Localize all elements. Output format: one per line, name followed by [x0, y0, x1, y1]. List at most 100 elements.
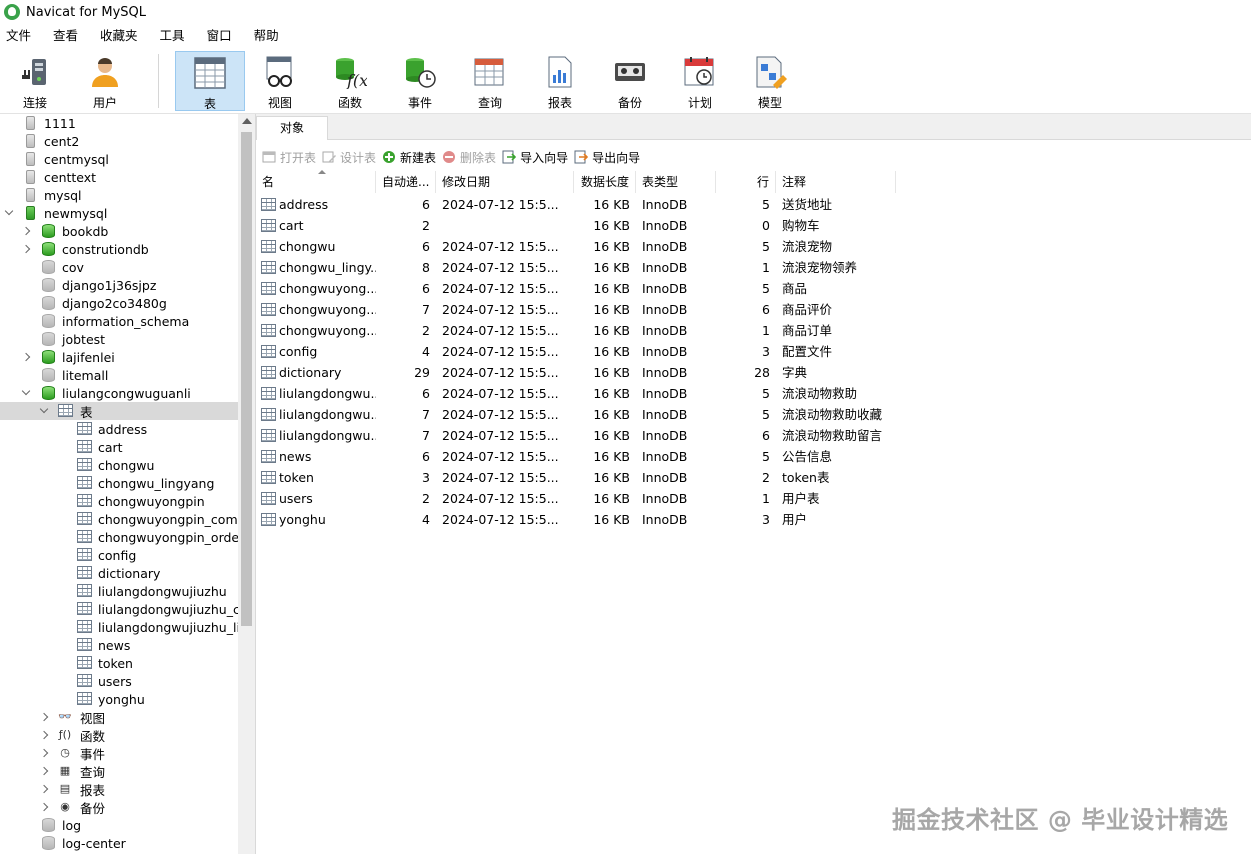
menu-1[interactable]: 查看: [47, 24, 90, 48]
toolbar-function-button[interactable]: f(x) 函数: [315, 51, 385, 111]
table-row[interactable]: cart 2 16 KB InnoDB 0 购物车: [256, 215, 1251, 236]
column-header-0[interactable]: 名: [256, 171, 376, 193]
sidebar-table-chongwu_lingyang[interactable]: chongwu_lingyang: [0, 474, 238, 492]
expand-arrow-icon[interactable]: [21, 244, 31, 254]
table-row[interactable]: liulangdongwu... 7 2024-07-12 15:5... 16 KB…: [256, 404, 1251, 425]
toolbar-user-button[interactable]: 用户: [70, 51, 140, 111]
toolbar-report-button[interactable]: 报表: [525, 51, 595, 111]
group-event-clock[interactable]: ◷ 事件: [0, 744, 238, 762]
menu-0[interactable]: 文件: [0, 24, 43, 48]
database-litemall[interactable]: litemall: [0, 366, 238, 384]
collapse-arrow-icon[interactable]: [39, 406, 49, 416]
toolbar-table-button[interactable]: 表: [175, 51, 245, 111]
sidebar-table-users[interactable]: users: [0, 672, 238, 690]
sidebar-scrollbar[interactable]: [238, 114, 255, 854]
toolbar-view-glasses-button[interactable]: 视图: [245, 51, 315, 111]
expand-arrow-icon[interactable]: [39, 766, 49, 776]
menu-3[interactable]: 工具: [154, 24, 197, 48]
expand-arrow-icon[interactable]: [39, 784, 49, 794]
database-lajifenlei[interactable]: lajifenlei: [0, 348, 238, 366]
table-row[interactable]: address 6 2024-07-12 15:5... 16 KB InnoDB 5 送货…: [256, 194, 1251, 215]
database-bookdb[interactable]: bookdb: [0, 222, 238, 240]
toolbar-event-clock-button[interactable]: 事件: [385, 51, 455, 111]
sidebar-table-liulangdongwujiuzhu[interactable]: liulangdongwujiuzhu: [0, 582, 238, 600]
sidebar-table-cart[interactable]: cart: [0, 438, 238, 456]
table-row[interactable]: news 6 2024-07-12 15:5... 16 KB InnoDB 5 公告信息: [256, 446, 1251, 467]
table-row[interactable]: chongwuyong... 6 2024-07-12 15:5... 16 KB In…: [256, 278, 1251, 299]
sidebar-table-dictionary[interactable]: dictionary: [0, 564, 238, 582]
table-row[interactable]: yonghu 4 2024-07-12 15:5... 16 KB InnoDB 3 用户: [256, 509, 1251, 530]
action-design-table-button[interactable]: 设计表: [322, 149, 376, 166]
table-row[interactable]: dictionary 29 2024-07-12 15:5... 16 KB InnoD…: [256, 362, 1251, 383]
navigation-tree[interactable]: 1111 cent2 centmysql centtext mysql newmysql b…: [0, 114, 256, 854]
connection-1111[interactable]: 1111: [0, 114, 238, 132]
table-row[interactable]: chongwu_lingy... 8 2024-07-12 15:5... 16 KB…: [256, 257, 1251, 278]
tables-group[interactable]: 表: [0, 402, 238, 420]
table-row[interactable]: token 3 2024-07-12 15:5... 16 KB InnoDB 2 toke…: [256, 467, 1251, 488]
group-function[interactable]: ƒ() 函数: [0, 726, 238, 744]
group-query[interactable]: ▦ 查询: [0, 762, 238, 780]
sidebar-table-chongwuyongpin[interactable]: chongwuyongpin: [0, 492, 238, 510]
toolbar-plug-button[interactable]: 连接: [0, 51, 70, 111]
connection-cent2[interactable]: cent2: [0, 132, 238, 150]
table-row[interactable]: chongwu 6 2024-07-12 15:5... 16 KB InnoDB 5 流浪…: [256, 236, 1251, 257]
database-liulangcongwuguanli[interactable]: liulangcongwuguanli: [0, 384, 238, 402]
table-row[interactable]: config 4 2024-07-12 15:5... 16 KB InnoDB 3 配置文…: [256, 341, 1251, 362]
expand-arrow-icon[interactable]: [39, 802, 49, 812]
table-row[interactable]: users 2 2024-07-12 15:5... 16 KB InnoDB 1 用户表: [256, 488, 1251, 509]
sidebar-table-chongwuyongpin_comm[interactable]: chongwuyongpin_comm: [0, 510, 238, 528]
connection-centmysql[interactable]: centmysql: [0, 150, 238, 168]
scroll-up-arrow-icon[interactable]: [242, 118, 252, 124]
connection-newmysql[interactable]: newmysql: [0, 204, 238, 222]
action-delete-table-button[interactable]: 删除表: [442, 149, 496, 166]
database-information_schema[interactable]: information_schema: [0, 312, 238, 330]
database-cov[interactable]: cov: [0, 258, 238, 276]
database-construtiondb[interactable]: construtiondb: [0, 240, 238, 258]
sidebar-table-news[interactable]: news: [0, 636, 238, 654]
database-jobtest[interactable]: jobtest: [0, 330, 238, 348]
action-new-table-button[interactable]: 新建表: [382, 149, 436, 166]
column-header-3[interactable]: 数据长度: [574, 171, 636, 193]
database-django1j36sjpz[interactable]: django1j36sjpz: [0, 276, 238, 294]
expand-arrow-icon[interactable]: [39, 748, 49, 758]
tab-objects[interactable]: 对象: [256, 116, 328, 140]
table-row[interactable]: chongwuyong... 2 2024-07-12 15:5... 16 KB In…: [256, 320, 1251, 341]
expand-arrow-icon[interactable]: [39, 712, 49, 722]
column-header-1[interactable]: 自动递...: [376, 171, 436, 193]
database-log-center[interactable]: log-center: [0, 834, 238, 852]
sidebar-table-chongwu[interactable]: chongwu: [0, 456, 238, 474]
menu-2[interactable]: 收藏夹: [94, 24, 150, 48]
menu-4[interactable]: 窗口: [201, 24, 244, 48]
toolbar-query-button[interactable]: 查询: [455, 51, 525, 111]
column-header-4[interactable]: 表类型: [636, 171, 716, 193]
expand-arrow-icon[interactable]: [21, 226, 31, 236]
sidebar-table-token[interactable]: token: [0, 654, 238, 672]
action-open-table-button[interactable]: 打开表: [262, 149, 316, 166]
table-row[interactable]: chongwuyong... 7 2024-07-12 15:5... 16 KB In…: [256, 299, 1251, 320]
toolbar-backup-tape-button[interactable]: 备份: [595, 51, 665, 111]
sidebar-table-chongwuyongpin_order[interactable]: chongwuyongpin_order: [0, 528, 238, 546]
sidebar-table-address[interactable]: address: [0, 420, 238, 438]
column-header-6[interactable]: 注释: [776, 171, 896, 193]
scrollbar-thumb[interactable]: [241, 132, 252, 626]
expand-arrow-icon[interactable]: [39, 730, 49, 740]
menu-5[interactable]: 帮助: [248, 24, 291, 48]
group-view-glasses[interactable]: 👓 视图: [0, 708, 238, 726]
toolbar-schedule-calendar-button[interactable]: 计划: [665, 51, 735, 111]
sidebar-table-liulangdongwujiuzhu_liuy[interactable]: liulangdongwujiuzhu_liuy: [0, 618, 238, 636]
column-header-2[interactable]: 修改日期: [436, 171, 574, 193]
column-header-5[interactable]: 行: [716, 171, 776, 193]
group-backup-tape[interactable]: ◉ 备份: [0, 798, 238, 816]
database-django2co3480g[interactable]: django2co3480g: [0, 294, 238, 312]
table-row[interactable]: liulangdongwu... 6 2024-07-12 15:5... 16 KB…: [256, 383, 1251, 404]
action-export-wizard-button[interactable]: 导出向导: [574, 149, 640, 166]
database-log[interactable]: log: [0, 816, 238, 834]
action-import-wizard-button[interactable]: 导入向导: [502, 149, 568, 166]
connection-mysql[interactable]: mysql: [0, 186, 238, 204]
connection-centtext[interactable]: centtext: [0, 168, 238, 186]
table-row[interactable]: liulangdongwu... 7 2024-07-12 15:5... 16 KB…: [256, 425, 1251, 446]
collapse-arrow-icon[interactable]: [21, 388, 31, 398]
expand-arrow-icon[interactable]: [21, 352, 31, 362]
toolbar-model-button[interactable]: 模型: [735, 51, 805, 111]
sidebar-table-yonghu[interactable]: yonghu: [0, 690, 238, 708]
